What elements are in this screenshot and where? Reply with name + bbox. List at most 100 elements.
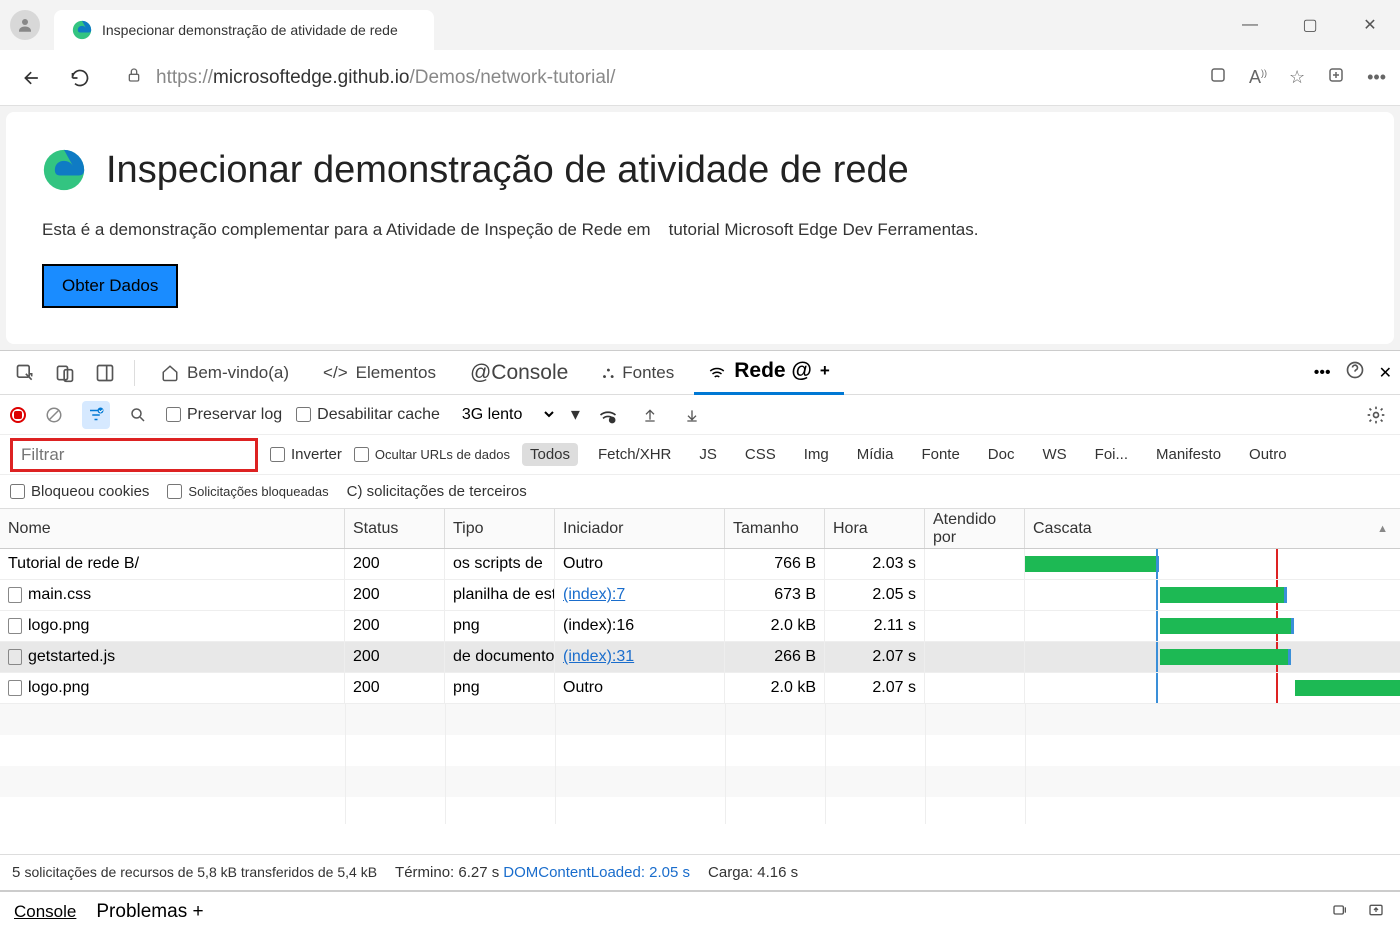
inspect-icon[interactable]	[8, 356, 42, 390]
cell-name: Tutorial de rede B/	[0, 549, 345, 579]
disable-cache-checkbox[interactable]: Desabilitar cache	[296, 406, 440, 424]
cell-served	[925, 673, 1025, 703]
read-aloud-icon[interactable]: A))	[1249, 67, 1267, 88]
col-waterfall[interactable]: Cascata▲	[1025, 509, 1400, 548]
cell-status: 200	[345, 642, 445, 672]
table-row[interactable]: getstarted.js 200 de documento (index):3…	[0, 642, 1400, 673]
clear-icon[interactable]	[40, 401, 68, 429]
more-icon[interactable]: •••	[1367, 67, 1386, 88]
filter-other[interactable]: Outro	[1241, 443, 1295, 466]
import-har-icon[interactable]	[636, 401, 664, 429]
blocked-cookies-checkbox[interactable]: Bloqueou cookies	[10, 483, 149, 500]
record-button[interactable]	[10, 407, 26, 423]
devtools-panel: Bem-vindo(a) </>Elementos @Console ⛬Font…	[0, 350, 1400, 932]
tab-sources[interactable]: ⛬Fontes	[588, 351, 688, 395]
devtools-close-icon[interactable]: ✕	[1379, 363, 1392, 383]
filter-font[interactable]: Fonte	[913, 443, 967, 466]
devtools-more-icon[interactable]: •••	[1314, 364, 1331, 382]
table-row[interactable]: logo.png 200 png Outro 2.0 kB 2.07 s	[0, 673, 1400, 704]
back-button[interactable]	[14, 60, 50, 96]
cell-initiator: Outro	[555, 549, 725, 579]
cell-name: getstarted.js	[0, 642, 345, 672]
collections-icon[interactable]	[1327, 66, 1345, 89]
cell-time: 2.07 s	[825, 673, 925, 703]
filter-ws[interactable]: WS	[1034, 443, 1074, 466]
refresh-button[interactable]	[62, 60, 98, 96]
drawer-icon-2[interactable]	[1366, 902, 1386, 923]
filter-wasm[interactable]: Foi...	[1087, 443, 1136, 466]
col-time[interactable]: Hora	[825, 509, 925, 548]
cell-status: 200	[345, 580, 445, 610]
network-table-header: Nome Status Tipo Iniciador Tamanho Hora …	[0, 509, 1400, 549]
filter-media[interactable]: Mídia	[849, 443, 902, 466]
file-icon	[8, 649, 22, 665]
hide-data-urls-checkbox[interactable]: Ocultar URLs de dados	[354, 447, 510, 462]
preserve-log-checkbox[interactable]: Preservar log	[166, 406, 282, 424]
cell-name: logo.png	[0, 673, 345, 703]
filter-manifest[interactable]: Manifesto	[1148, 443, 1229, 466]
drawer-problems-tab[interactable]: Problemas +	[96, 901, 203, 923]
browser-tab[interactable]: Inspecionar demonstração de atividade de…	[54, 10, 434, 50]
tab-title: Inspecionar demonstração de atividade de…	[102, 22, 398, 38]
invert-checkbox[interactable]: Inverter	[270, 446, 342, 463]
window-maximize[interactable]: ▢	[1290, 10, 1330, 40]
col-type[interactable]: Tipo	[445, 509, 555, 548]
settings-gear-icon[interactable]	[1362, 401, 1390, 429]
file-icon	[8, 680, 22, 696]
filter-fetch[interactable]: Fetch/XHR	[590, 443, 679, 466]
drawer-console-tab[interactable]: Console	[14, 902, 76, 922]
devtools-help-icon[interactable]	[1345, 360, 1365, 385]
filter-js[interactable]: JS	[691, 443, 725, 466]
cell-waterfall	[1025, 611, 1400, 641]
filter-css[interactable]: CSS	[737, 443, 784, 466]
cell-waterfall	[1025, 673, 1400, 703]
window-minimize[interactable]: —	[1230, 10, 1270, 40]
cell-initiator: (index):7	[555, 580, 725, 610]
profile-avatar[interactable]	[10, 10, 40, 40]
initiator-link[interactable]: (index):7	[563, 586, 625, 604]
search-icon[interactable]	[124, 401, 152, 429]
col-size[interactable]: Tamanho	[725, 509, 825, 548]
filter-all[interactable]: Todos	[522, 443, 578, 466]
tab-console[interactable]: @Console	[456, 351, 582, 395]
table-row[interactable]: Tutorial de rede B/ 200 os scripts de Ou…	[0, 549, 1400, 580]
sort-icon: ▲	[1377, 523, 1388, 535]
filter-toggle-icon[interactable]	[82, 401, 110, 429]
favorite-icon[interactable]: ☆	[1289, 67, 1305, 88]
get-data-button[interactable]: Obter Dados	[42, 264, 178, 308]
col-name[interactable]: Nome	[0, 509, 345, 548]
cell-waterfall	[1025, 580, 1400, 610]
tab-elements[interactable]: </>Elementos	[309, 351, 450, 395]
device-toggle-icon[interactable]	[48, 356, 82, 390]
network-conditions-icon[interactable]	[594, 401, 622, 429]
export-har-icon[interactable]	[678, 401, 706, 429]
filter-img[interactable]: Img	[796, 443, 837, 466]
third-party-label: C) solicitações de terceiros	[347, 483, 527, 500]
window-close[interactable]: ✕	[1350, 10, 1390, 40]
cell-waterfall	[1025, 642, 1400, 672]
cell-size: 266 B	[725, 642, 825, 672]
blocked-requests-checkbox[interactable]: Solicitações bloqueadas	[167, 484, 328, 499]
initiator-link[interactable]: (index):31	[563, 648, 634, 666]
cell-initiator: (index):16	[555, 611, 725, 641]
address-bar[interactable]: https://microsoftedge.github.io/Demos/ne…	[110, 66, 990, 89]
table-row[interactable]: logo.png 200 png (index):16 2.0 kB 2.11 …	[0, 611, 1400, 642]
cell-size: 766 B	[725, 549, 825, 579]
col-served[interactable]: Atendido por	[925, 509, 1025, 548]
col-status[interactable]: Status	[345, 509, 445, 548]
drawer-icon-1[interactable]	[1330, 902, 1350, 923]
app-icon[interactable]	[1209, 66, 1227, 89]
table-row[interactable]: main.css 200 planilha de est (index):7 6…	[0, 580, 1400, 611]
dock-icon[interactable]	[88, 356, 122, 390]
cell-type: de documento	[445, 642, 555, 672]
cell-type: planilha de est	[445, 580, 555, 610]
col-initiator[interactable]: Iniciador	[555, 509, 725, 548]
cell-name: main.css	[0, 580, 345, 610]
throttle-select[interactable]: 3G lento	[454, 403, 557, 426]
cell-initiator: (index):31	[555, 642, 725, 672]
filter-doc[interactable]: Doc	[980, 443, 1023, 466]
tab-welcome[interactable]: Bem-vindo(a)	[147, 351, 303, 395]
cell-initiator: Outro	[555, 673, 725, 703]
filter-input[interactable]	[10, 438, 258, 472]
tab-network[interactable]: Rede @+	[694, 351, 844, 395]
